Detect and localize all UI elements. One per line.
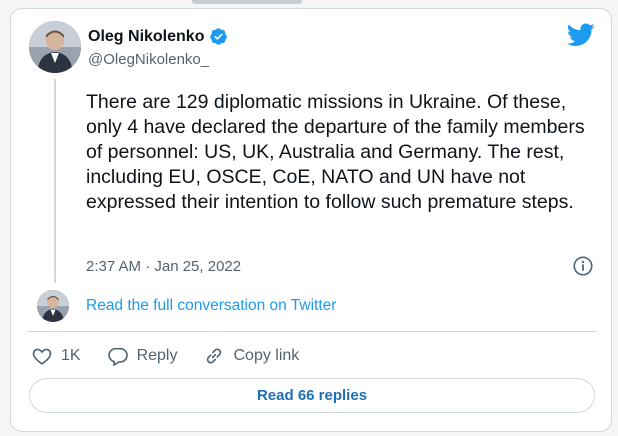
reader-avatar (37, 290, 69, 322)
author-handle[interactable]: @OlegNikolenko_ (88, 51, 209, 68)
copy-link-label: Copy link (233, 347, 300, 364)
author-name-row: Oleg Nikolenko (88, 27, 228, 46)
window-top-handle (192, 0, 302, 4)
reply-label: Reply (136, 347, 178, 364)
copy-link-button[interactable]: Copy link (203, 345, 299, 367)
tweet-text: There are 129 diplomatic missions in Ukr… (86, 91, 585, 213)
author-avatar-image (29, 21, 81, 73)
like-button[interactable]: 1K (31, 345, 81, 367)
thread-line (54, 79, 56, 283)
actions-divider (27, 331, 597, 332)
reader-avatar-image (37, 290, 69, 322)
embedded-tweet-card[interactable]: Oleg Nikolenko @OlegNikolenko_ There are… (10, 8, 612, 432)
like-count: 1K (61, 347, 81, 364)
info-icon[interactable] (572, 255, 594, 277)
tweet-timestamp[interactable]: 2:37 AM · Jan 25, 2022 (86, 258, 241, 275)
speech-bubble-icon (107, 347, 128, 367)
twitter-bird-icon[interactable] (567, 23, 595, 47)
heart-icon (32, 348, 52, 365)
author-avatar[interactable] (29, 21, 81, 73)
link-icon (207, 348, 222, 364)
verified-badge-icon (210, 28, 228, 45)
reply-button[interactable]: Reply (107, 345, 178, 367)
read-replies-button[interactable]: Read 66 replies (29, 378, 595, 413)
tweet-actions: 1K Reply Copy link (31, 345, 325, 367)
author-display-name[interactable]: Oleg Nikolenko (88, 28, 204, 46)
read-conversation-link[interactable]: Read the full conversation on Twitter (86, 297, 336, 315)
